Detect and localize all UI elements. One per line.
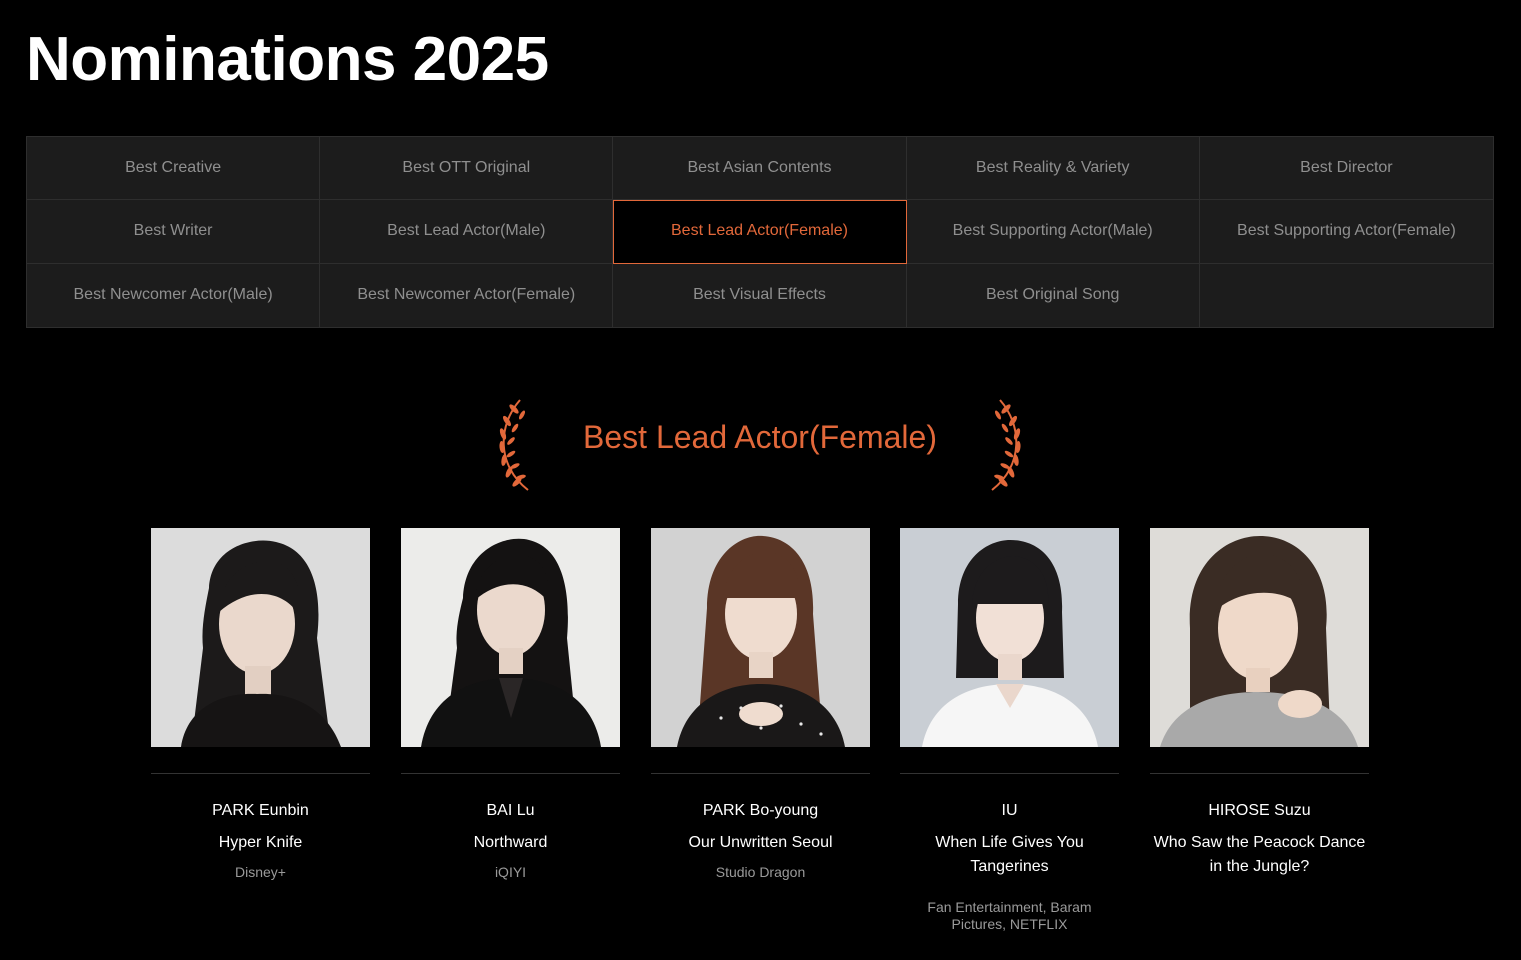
nominee-photo[interactable] [1150, 528, 1369, 747]
category-tab-best-director[interactable]: Best Director [1199, 137, 1493, 201]
nominee-divider [401, 773, 620, 774]
nominee-name: PARK Eunbin [212, 802, 309, 819]
category-tab-best-original-song[interactable]: Best Original Song [907, 263, 1200, 327]
category-tab-best-reality-variety[interactable]: Best Reality & Variety [906, 137, 1200, 201]
nominee-name: BAI Lu [486, 802, 535, 819]
nominee-work: Northward [473, 834, 548, 851]
nominee-name: HIROSE Suzu [1208, 802, 1311, 819]
nominee-name: IU [1001, 802, 1018, 819]
category-tab-best-creative[interactable]: Best Creative [27, 137, 321, 201]
category-tab-best-supporting-actor-male[interactable]: Best Supporting Actor(Male) [906, 200, 1200, 264]
nominee-photo[interactable] [151, 528, 370, 747]
category-tab-best-newcomer-actor-female[interactable]: Best Newcomer Actor(Female) [320, 263, 614, 327]
section-heading: Best Lead Actor(Female) [490, 395, 1030, 495]
nominee-card[interactable]: BAI Lu Northward iQIYI [401, 528, 620, 881]
category-tab-best-asian-contents[interactable]: Best Asian Contents [613, 137, 907, 201]
nominee-work: Hyper Knife [218, 834, 303, 851]
nominee-divider [151, 773, 370, 774]
category-tab-empty [1200, 264, 1493, 327]
nominee-divider [1150, 773, 1369, 774]
nominee-card[interactable]: PARK Bo-young Our Unwritten Seoul Studio… [651, 528, 870, 881]
nominee-studio: Disney+ [235, 864, 286, 880]
nominee-photo[interactable] [651, 528, 870, 747]
category-tab-best-ott-original[interactable]: Best OTT Original [320, 137, 614, 201]
category-tab-best-lead-actor-male[interactable]: Best Lead Actor(Male) [320, 200, 614, 264]
nominee-studio: iQIYI [494, 864, 527, 880]
nominee-divider [900, 773, 1119, 774]
category-tab-best-visual-effects[interactable]: Best Visual Effects [613, 263, 907, 327]
nominee-work: When Life Gives You Tangerines [935, 834, 1084, 875]
category-tab-grid: Best Creative Best OTT Original Best Asi… [26, 136, 1494, 328]
page-title: Nominations 2025 [26, 25, 549, 94]
nominee-card[interactable]: HIROSE Suzu Who Saw the Peacock Dance in… [1150, 528, 1369, 899]
category-tab-best-supporting-actor-female[interactable]: Best Supporting Actor(Female) [1199, 200, 1493, 264]
nominee-work: Who Saw the Peacock Dance in the Jungle? [1153, 834, 1366, 875]
section-title: Best Lead Actor(Female) [583, 419, 937, 455]
nominee-name: PARK Bo-young [702, 802, 819, 819]
category-tab-best-newcomer-actor-male[interactable]: Best Newcomer Actor(Male) [27, 263, 321, 327]
nominee-photo[interactable] [900, 528, 1119, 747]
nominee-studio: Studio Dragon [715, 864, 806, 880]
nominee-card[interactable]: IU When Life Gives You Tangerines Fan En… [900, 528, 1119, 933]
nominee-work: Our Unwritten Seoul [688, 834, 833, 851]
nominee-divider [651, 773, 870, 774]
nominee-studio: Fan Entertainment, Baram Pictures, NETFL… [927, 899, 1092, 932]
laurel-right-icon [991, 399, 1021, 491]
category-tab-best-writer[interactable]: Best Writer [27, 200, 321, 264]
category-tab-best-lead-actor-female[interactable]: Best Lead Actor(Female) [613, 200, 907, 264]
nominee-photo[interactable] [401, 528, 620, 747]
nominee-card[interactable]: PARK Eunbin Hyper Knife Disney+ [151, 528, 370, 881]
